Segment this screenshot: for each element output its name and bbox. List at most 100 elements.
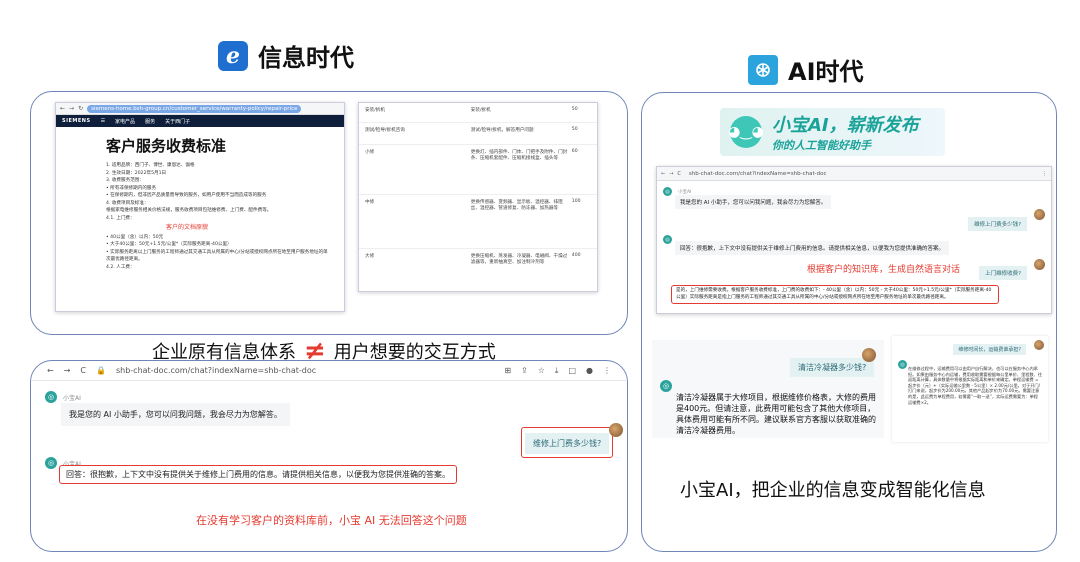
doc-line: 根据家电维修服务相关价格法规，服务收费项目包括维修费、上门费、配件费等。 [106,208,272,213]
chat-browser-bar: ← → C 🔒 shb-chat-doc.com/chat?indexName=… [31,361,627,381]
right-title-text: AI时代 [788,58,864,86]
nav-item-about[interactable]: 关于西门子 [165,118,190,125]
profile-icon[interactable]: ● [586,366,593,375]
left-chat-panel: ← → C 🔒 shb-chat-doc.com/chat?indexName=… [30,360,628,552]
bot-answer: 是的，上门维修需要收费。根据客户服务收费标准，上门费的收费如下：- 40公里（含… [671,285,999,304]
doc-line: 2. 生效日期：2022年5月1日 [106,170,167,176]
doc-line: • 大于40公里：50元+1.5元/公里*（实际服务距离-40公里） [106,242,232,247]
user-avatar [1034,209,1045,220]
doc-title: 客户服务收费标准 [106,137,227,155]
chat-example-a: 清洁冷凝器多少钱? ◎ 清洁冷凝器属于大修项目，根据维修价格表，大修的费用是40… [652,340,884,438]
bot-avatar-icon: ◎ [898,360,907,369]
bot-avatar-icon: ◎ [45,391,57,403]
table-cell: 安装/拆机 [470,108,491,113]
reload-icon[interactable]: C [677,171,681,177]
table-cell: 60 [571,149,578,154]
question-highlight: 维修上门费多少钱? [521,427,614,458]
more-icon[interactable]: ⋮ [603,366,611,375]
forward-icon[interactable]: → [69,105,74,112]
share-icon[interactable]: ⇪ [521,366,528,375]
bot-answer: 清洁冷凝器属于大修项目，根据维修价格表，大修的费用是400元。但请注意，此费用可… [676,393,876,435]
translate-icon[interactable]: ⊞ [504,366,511,375]
back-icon[interactable]: ← [60,105,65,112]
bot-header: ◎ 小宝AI [45,391,81,403]
star-icon[interactable]: ☆ [538,366,545,375]
more-icon[interactable]: ⋮ [1042,171,1047,177]
reload-icon[interactable]: ↻ [78,105,83,112]
banner-title: 小宝AI，崭新发布 [772,115,919,136]
product-banner: ◕‿◕ 小宝AI，崭新发布 你的人工智能好助手 [720,108,945,156]
nav-item-service[interactable]: 服务 [145,118,155,125]
ie-browser-icon: e [218,40,248,71]
user-question: 维修上门费多少钱? [968,217,1027,231]
left-section-title: e 信息时代 [218,38,354,73]
user-question: 清洁冷凝器多少钱? [790,358,875,377]
table-cell: 400 [571,253,581,258]
chat-browser-bar: ← → C shb-chat-doc.com/chat?indexName=sh… [657,167,1051,181]
doc-line: 1. 适用品牌：西门子、博世、康恩达、伽格 [106,163,195,168]
nav-item-products[interactable]: 家电产品 [115,118,135,125]
right-caption: 小宝AI，把企业的信息变成智能化信息 [680,480,986,501]
bot-answer: 回答：很抱歉，上下文中没有提供关于维修上门费用的信息。请提供相关信息，以便我为您… [675,241,950,255]
table-cell: 测试/检导/拆机，解答用户问题 [470,128,534,133]
doc-line: • 所有非保修期内的服务 [106,185,157,191]
bot-avatar-icon: ◎ [660,380,672,392]
openai-icon [748,54,778,85]
bot-greeting: 我是您的 AI 小助手，您可以问我问题，我会尽力为您解答。 [61,403,290,426]
chat-annotation: 根据客户的知识库，生成自然语言对话 [807,265,961,275]
ai-chat-screenshot: ← → C shb-chat-doc.com/chat?indexName=sh… [656,166,1052,314]
chat-example-b: 维修时间长，运输费谁承担? ◎ 在维修过程中，运输费用可以由用户自行解决，也可以… [892,336,1048,442]
back-icon[interactable]: ← [661,171,665,177]
back-icon[interactable]: ← [47,366,54,375]
reload-icon[interactable]: C [80,366,86,375]
lock-icon: 🔒 [96,366,106,375]
bot-answer: 在维修过程中，运输费用可以由用户自行解决，也可以在服务中心内承担。如果由服务中心… [908,366,1043,405]
price-table-screenshot: 安装/拆机 安装/拆机 50 测试/检导/拆机咨询 测试/检导/拆机，解答用户问… [358,102,598,292]
site-logo: SIEMENS [62,118,91,124]
user-question: 维修上门费多少钱? [525,433,610,454]
user-question: 维修时间长，运输费谁承担? [953,344,1026,355]
table-cell: 更换传感器、变频器、显示板、温控器、排阻丝、温控器、管道修复、防冻器、加热器等 [470,200,563,211]
robot-mascot-icon: ◕‿◕ [728,116,764,148]
table-cell: 测试/检导/拆机咨询 [365,128,405,133]
table-row: 安装/拆机 安装/拆机 50 [359,103,597,123]
address-bar[interactable]: shb-chat-doc.com/chat?indexName=shb-chat… [116,366,494,375]
chat-annotation: 在没有学习客户的资料库前，小宝 AI 无法回答这个问题 [196,514,467,527]
user-avatar [609,423,623,437]
table-cell: 50 [571,127,578,132]
user-avatar [862,348,876,362]
doc-line: 4.1. 上门费： [106,215,135,221]
table-row: 中修 更换传感器、变频器、显示板、温控器、排阻丝、温控器、管道修复、防冻器、加热… [359,195,597,249]
download-icon[interactable]: ⤓ [555,366,559,376]
bot-answer: 回答：很抱歉，上下文中没有提供关于维修上门费用的信息。请提供相关信息，以便我为您… [59,465,457,484]
window-icon[interactable]: □ [568,366,576,375]
table-row: 测试/检导/拆机咨询 测试/检导/拆机，解答用户问题 50 [359,123,597,145]
doc-annotation: 客户的文档原貌 [166,224,209,231]
bot-header: ◎ [663,235,672,244]
table-cell: 100 [571,199,581,204]
forward-icon[interactable]: → [669,171,673,177]
doc-line: • 在保修期内，但非因产品质量而导致的服务，如用户使用不当而造成等的服务 [106,193,267,198]
user-question: 上门维修收费? [979,266,1027,280]
doc-line: 4. 收费项目及标准： [106,200,149,206]
address-bar[interactable]: siemens-home.bsh-group.cn/customer_servi… [87,104,302,113]
menu-icon[interactable]: ☰ [101,118,105,124]
price-table: 安装/拆机 安装/拆机 50 测试/检导/拆机咨询 测试/检导/拆机，解答用户问… [359,103,597,289]
table-row: 大修 更换压缩机、蒸发器、冷凝器、电磁阀、干燥过滤器等，重新抽真空、加注制冷剂等… [359,249,597,289]
table-cell: 中修 [365,200,375,205]
right-section-title: AI时代 [748,52,864,87]
address-bar[interactable]: shb-chat-doc.com/chat?indexName=shb-chat… [685,170,1038,178]
bot-name: 小宝AI [678,189,692,195]
site-nav: SIEMENS ☰ 家电产品 服务 关于西门子 [56,115,344,127]
doc-screenshot: ← → ↻ siemens-home.bsh-group.cn/customer… [55,102,345,312]
table-cell: 安装/拆机 [365,108,385,113]
user-avatar [1034,259,1045,270]
doc-line: 4.2. 人工费： [106,264,135,270]
doc-line: 3. 收费服务范围： [106,178,145,183]
banner-subtitle: 你的人工智能好助手 [772,139,871,152]
table-cell: 更换灯、插内部件、门体、门把手及附件、门封条、压缩机套配件、压缩机接线盒、插头等 [470,150,568,161]
bot-avatar-icon: ◎ [45,457,57,469]
browser-bar: ← → ↻ siemens-home.bsh-group.cn/customer… [56,103,344,115]
forward-icon[interactable]: → [64,366,71,375]
doc-line: • 实际服务距离以上门服务的工程师通过其交通工具从所属的中心/分站或授权网点所在… [106,249,328,263]
